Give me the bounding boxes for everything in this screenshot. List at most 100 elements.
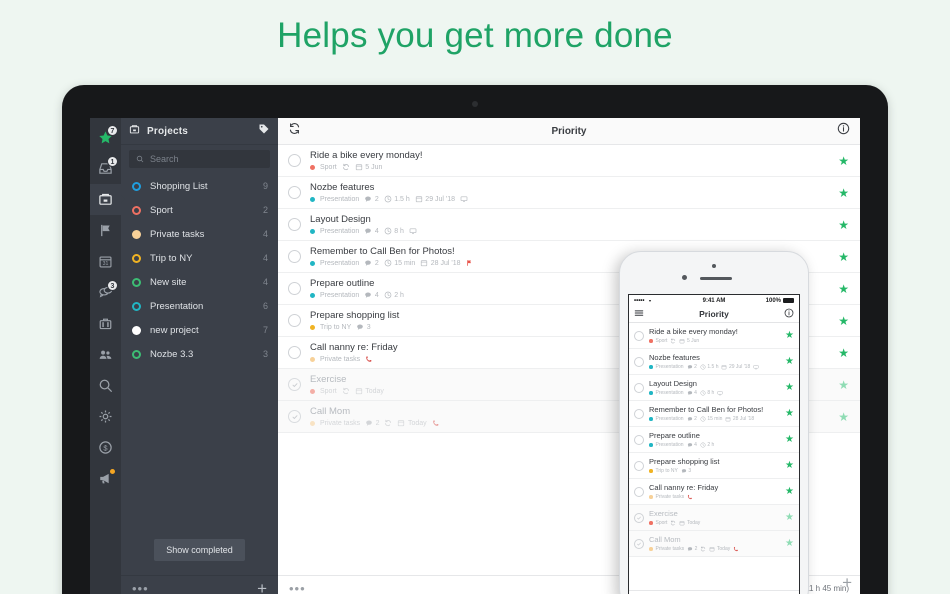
rail-item-megaphone[interactable] — [90, 463, 121, 494]
rail-item-projects[interactable] — [90, 184, 125, 215]
rail-item-team[interactable] — [90, 339, 121, 370]
add-project-button[interactable]: + — [257, 580, 267, 594]
hamburger-menu-icon[interactable] — [634, 305, 644, 323]
projects-more-button[interactable]: ••• — [132, 582, 149, 594]
project-row[interactable]: Trip to NY 4 — [121, 246, 278, 270]
task-row[interactable]: Remember to Call Ben for Photos! Presenta… — [629, 401, 799, 427]
task-checkbox[interactable] — [288, 314, 301, 327]
priority-star-icon[interactable]: ★ — [838, 155, 849, 167]
project-task-count: 4 — [262, 229, 268, 239]
project-search[interactable]: Search — [121, 145, 278, 171]
meta-calendar: Today — [679, 520, 700, 526]
task-row[interactable]: Exercise Sport Today ★ — [629, 505, 799, 531]
rail-item-settings-gear[interactable] — [90, 401, 121, 432]
rail-item-inbox[interactable]: 1 — [90, 153, 121, 184]
meta-text: 4 — [374, 291, 379, 299]
priority-star-icon[interactable]: ★ — [785, 486, 794, 497]
svg-text:$: $ — [103, 444, 108, 453]
meta-comment: 2 — [365, 419, 379, 427]
task-row[interactable]: Layout Design Presentation 4 8 h ★ — [278, 209, 860, 241]
priority-star-icon[interactable]: ★ — [838, 251, 849, 263]
task-checkbox[interactable] — [634, 356, 644, 367]
rail-item-briefcase[interactable] — [90, 308, 121, 339]
rail-item-comments[interactable]: 3 — [90, 277, 121, 308]
task-checkbox-checked[interactable] — [288, 378, 301, 391]
task-row[interactable]: Prepare outline Presentation 4 2 h ★ — [629, 427, 799, 453]
project-row[interactable]: Sport 2 — [121, 198, 278, 222]
project-row[interactable]: Shopping List 9 — [121, 174, 278, 198]
meta-comment: 3 — [356, 323, 371, 331]
task-checkbox[interactable] — [288, 250, 301, 263]
priority-star-icon[interactable]: ★ — [838, 379, 849, 391]
task-row[interactable]: Call nanny re: Friday Private tasks ★ — [629, 479, 799, 505]
task-row[interactable]: Call Mom Private tasks 2 Today ★ — [629, 531, 799, 557]
sync-icon[interactable] — [288, 122, 301, 140]
task-row[interactable]: Nozbe features Presentation 2 1.5 h 29 Jul '… — [629, 349, 799, 375]
task-row[interactable]: Prepare shopping list Trip to NY 3 ★ — [629, 453, 799, 479]
priority-star-icon[interactable]: ★ — [785, 408, 794, 419]
task-checkbox[interactable] — [634, 408, 644, 419]
task-meta: Presentation 4 8 h — [649, 390, 780, 396]
task-title: Layout Design — [649, 379, 697, 389]
task-checkbox-checked[interactable] — [634, 538, 644, 549]
task-checkbox[interactable] — [634, 486, 644, 497]
task-checkbox[interactable] — [288, 186, 301, 199]
projects-header: Projects — [121, 118, 278, 145]
show-completed-button[interactable]: Show completed — [154, 539, 245, 561]
task-checkbox[interactable] — [634, 382, 644, 393]
priority-star-icon[interactable]: ★ — [838, 411, 849, 423]
meta-comment: 2 — [687, 546, 697, 552]
task-checkbox[interactable] — [288, 282, 301, 295]
task-row[interactable]: Ride a bike every monday! Sport 5 Jun ★ — [629, 323, 799, 349]
rail-item-search[interactable] — [90, 370, 121, 401]
task-checkbox[interactable] — [634, 434, 644, 445]
phone-status-bar: ••••• 9:41 AM 100% — [629, 295, 799, 306]
task-meta: Presentation 2 1.5 h 29 Jul '18 — [310, 195, 829, 203]
priority-star-icon[interactable]: ★ — [785, 512, 794, 523]
task-checkbox[interactable] — [288, 154, 301, 167]
priority-star-icon[interactable]: ★ — [838, 187, 849, 199]
task-row[interactable]: Layout Design Presentation 4 8 h ★ — [629, 375, 799, 401]
project-row[interactable]: Presentation 6 — [121, 294, 278, 318]
task-checkbox-checked[interactable] — [288, 410, 301, 423]
task-row[interactable]: Nozbe features Presentation 2 1.5 h 29 Jul '… — [278, 177, 860, 209]
rail-item-calendar[interactable]: 31 — [90, 246, 121, 277]
task-checkbox[interactable] — [288, 346, 301, 359]
task-title: Call nanny re: Friday — [649, 483, 719, 493]
project-row[interactable]: new project 7 — [121, 318, 278, 342]
priority-star-icon[interactable]: ★ — [785, 330, 794, 341]
meta-text: 4 — [694, 441, 697, 448]
priority-star-icon[interactable]: ★ — [785, 382, 794, 393]
info-icon[interactable] — [837, 122, 850, 140]
task-checkbox-checked[interactable] — [634, 512, 644, 523]
priority-star-icon[interactable]: ★ — [838, 219, 849, 231]
task-checkbox[interactable] — [634, 460, 644, 471]
task-checkbox[interactable] — [634, 330, 644, 341]
search-box[interactable]: Search — [129, 150, 270, 168]
info-icon[interactable] — [784, 305, 794, 323]
project-row[interactable]: Nozbe 3.3 3 — [121, 342, 278, 366]
priority-star-icon[interactable]: ★ — [785, 538, 794, 549]
main-more-button[interactable]: ••• — [289, 582, 306, 594]
project-color-dot — [649, 547, 653, 551]
label-tag-icon[interactable] — [258, 122, 270, 140]
priority-star-icon[interactable]: ★ — [838, 283, 849, 295]
rail-item-flag[interactable] — [90, 215, 121, 246]
task-row[interactable]: Ride a bike every monday! Sport 5 Jun ★ — [278, 145, 860, 177]
task-meta: Presentation 4 8 h — [310, 227, 829, 235]
priority-star-icon[interactable]: ★ — [838, 315, 849, 327]
priority-star-icon[interactable]: ★ — [785, 460, 794, 471]
priority-star-icon[interactable]: ★ — [838, 347, 849, 359]
priority-star-icon[interactable]: ★ — [785, 356, 794, 367]
project-row[interactable]: Private tasks 4 — [121, 222, 278, 246]
task-project-name: Presentation — [320, 227, 360, 235]
rail-item-priority-star[interactable]: 7 — [90, 122, 121, 153]
project-task-count: 4 — [262, 277, 268, 287]
rail-item-dollar[interactable]: $ — [90, 432, 121, 463]
priority-star-icon[interactable]: ★ — [785, 434, 794, 445]
task-meta: Private tasks — [649, 494, 780, 500]
project-row[interactable]: New site 4 — [121, 270, 278, 294]
add-task-button-tablet[interactable]: + — [842, 574, 852, 591]
task-project-name: Presentation — [320, 195, 360, 203]
task-checkbox[interactable] — [288, 218, 301, 231]
